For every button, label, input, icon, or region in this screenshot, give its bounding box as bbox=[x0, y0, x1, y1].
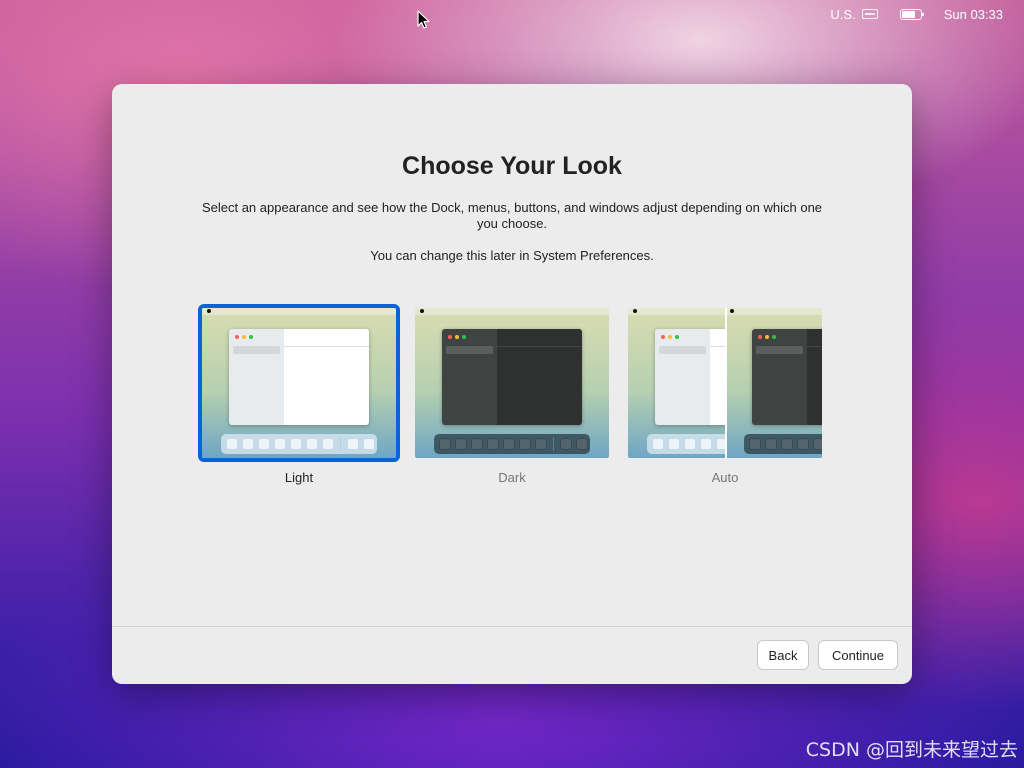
appearance-preview-auto[interactable] bbox=[624, 304, 826, 462]
clock-label: Sun 03:33 bbox=[943, 6, 1003, 22]
battery-icon bbox=[899, 8, 924, 20]
clock[interactable]: Sun 03:33 bbox=[944, 7, 1003, 22]
page-note: You can change this later in System Pref… bbox=[370, 248, 654, 263]
dock-preview bbox=[221, 434, 377, 454]
window-preview bbox=[442, 329, 582, 425]
appearance-label-dark: Dark bbox=[498, 470, 526, 485]
window-preview bbox=[229, 329, 369, 425]
apple-icon bbox=[202, 308, 396, 315]
setup-assistant-dialog: Choose Your Look Select an appearance an… bbox=[112, 84, 912, 684]
apple-icon bbox=[415, 308, 609, 315]
input-source-menu[interactable]: U.S. bbox=[830, 6, 878, 22]
footer-divider bbox=[112, 626, 912, 627]
appearance-label-light: Light bbox=[284, 470, 314, 485]
appearance-label-auto: Auto bbox=[711, 470, 739, 485]
page-title: Choose Your Look bbox=[402, 152, 622, 180]
appearance-preview-dark[interactable] bbox=[411, 304, 613, 462]
watermark: CSDN @回到未来望过去 bbox=[805, 739, 1018, 761]
keyboard-icon bbox=[861, 9, 878, 19]
page-description: Select an appearance and see how the Doc… bbox=[201, 200, 823, 231]
mouse-pointer-icon bbox=[417, 10, 430, 29]
appearance-preview-light[interactable] bbox=[198, 304, 400, 462]
input-source-label: U.S. bbox=[830, 6, 856, 22]
appearance-options: Light Dark Auto bbox=[198, 304, 828, 485]
menu-bar: U.S. Sun 03:33 bbox=[0, 0, 1024, 28]
back-button[interactable]: Back bbox=[757, 640, 809, 670]
dock-preview bbox=[434, 434, 590, 454]
continue-button[interactable]: Continue bbox=[818, 640, 898, 670]
battery-menu[interactable] bbox=[899, 8, 924, 20]
